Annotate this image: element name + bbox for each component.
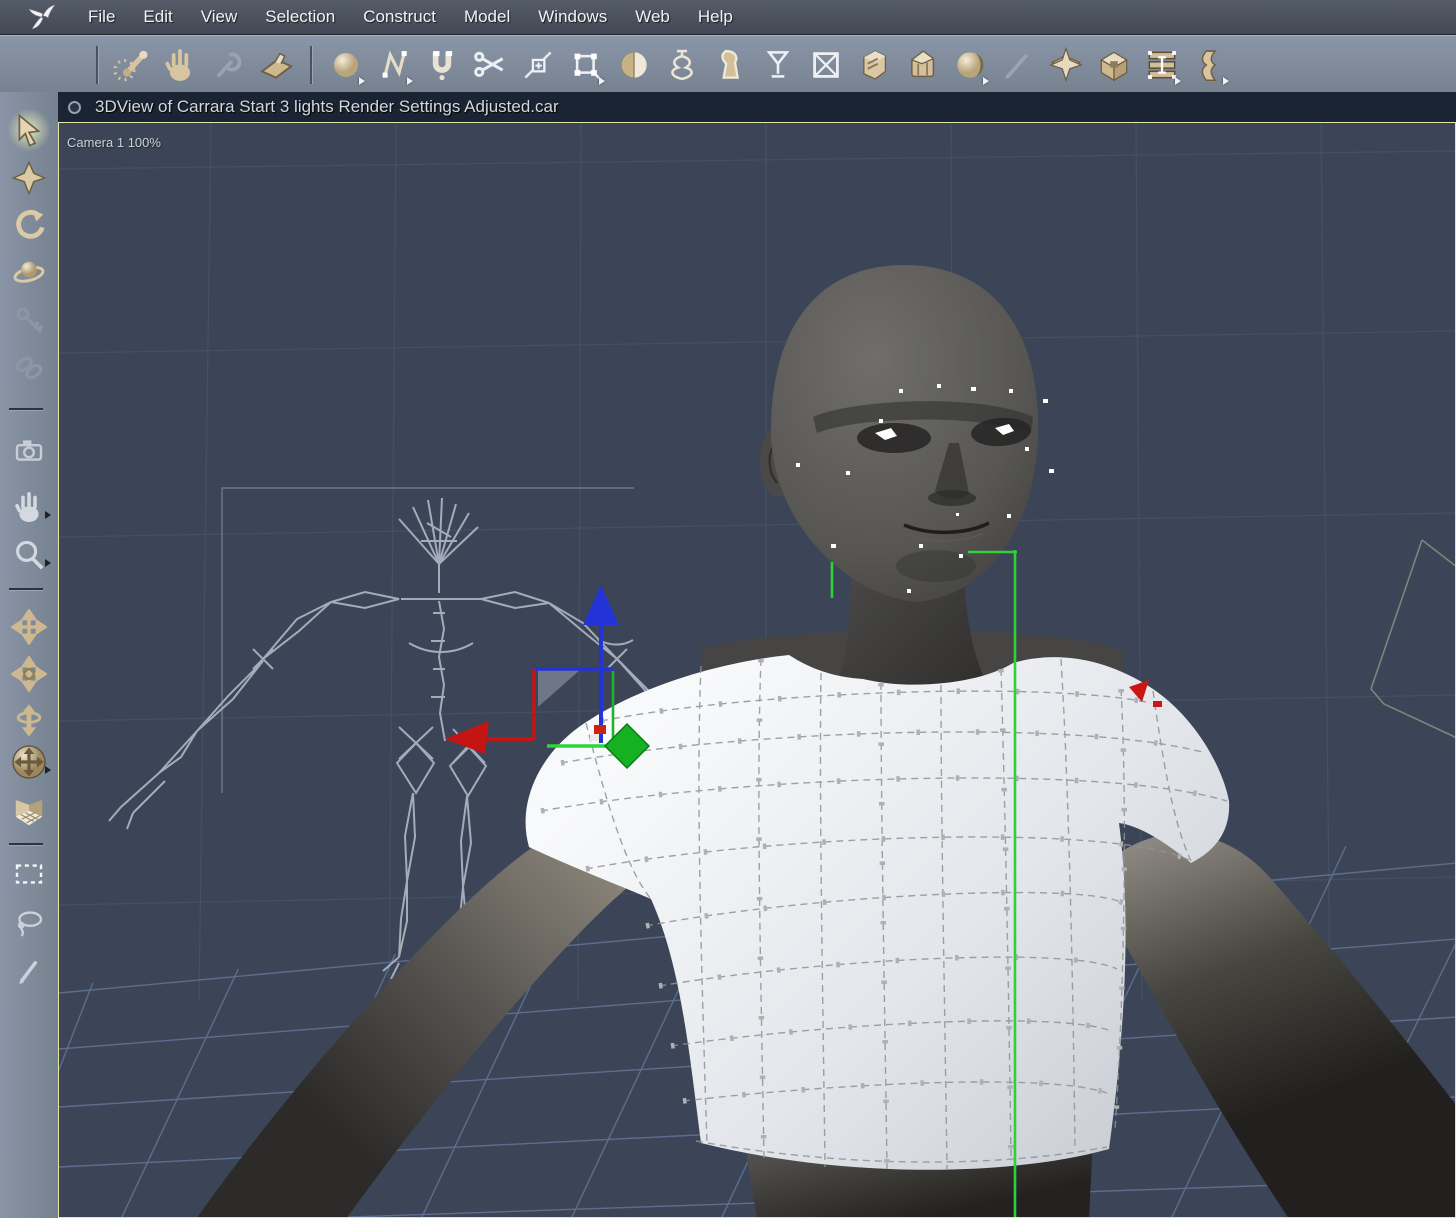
rectangular-marquee-icon[interactable]	[7, 852, 51, 896]
sphere-primitive-icon[interactable]	[326, 43, 366, 87]
palette-divider	[9, 588, 43, 590]
rotate-icon[interactable]	[7, 203, 51, 247]
wrench-icon[interactable]	[208, 43, 248, 87]
toolbar-divider	[310, 45, 312, 84]
scale-icon[interactable]	[7, 250, 51, 294]
window-toggle-icon[interactable]	[68, 100, 81, 114]
text-block-icon[interactable]	[854, 43, 894, 87]
star-plate-icon[interactable]	[1046, 43, 1086, 87]
main-toolbar	[0, 35, 1456, 95]
scene-canvas[interactable]	[59, 123, 1455, 1217]
lasso-icon[interactable]	[7, 902, 51, 946]
stamp-icon[interactable]	[256, 43, 296, 87]
toolbar-divider	[96, 45, 98, 84]
menu-model[interactable]: Model	[450, 7, 524, 27]
hand-tool-icon[interactable]	[160, 43, 200, 87]
menu-help[interactable]: Help	[684, 7, 747, 27]
palette-divider	[9, 408, 43, 410]
camera-label: Camera 1 100%	[67, 135, 161, 150]
palette-divider	[9, 843, 43, 845]
view-title: 3DView of Carrara Start 3 lights Render …	[95, 97, 559, 116]
menu-edit[interactable]: Edit	[129, 7, 186, 27]
menu-selection[interactable]: Selection	[251, 7, 349, 27]
spline-icon[interactable]	[374, 43, 414, 87]
menu-windows[interactable]: Windows	[524, 7, 621, 27]
menu-view[interactable]: View	[187, 7, 252, 27]
trackball-rotate-icon[interactable]	[7, 740, 51, 784]
universal-manipulator-icon[interactable]	[7, 156, 51, 200]
lathe-vase-icon[interactable]	[662, 43, 702, 87]
half-sphere-icon[interactable]	[614, 43, 654, 87]
menu-bar: File Edit View Selection Construct Model…	[0, 0, 1456, 35]
scene-corner-icon[interactable]	[7, 790, 51, 834]
add-point-icon[interactable]	[518, 43, 558, 87]
carrara-window: File Edit View Selection Construct Model…	[0, 0, 1456, 1218]
extrude-shape-icon[interactable]	[710, 43, 750, 87]
transform-rectangle-icon[interactable]	[566, 43, 606, 87]
menu-web[interactable]: Web	[621, 7, 684, 27]
spine-shape-icon[interactable]	[1190, 43, 1230, 87]
view-titlebar[interactable]: 3DView of Carrara Start 3 lights Render …	[58, 92, 1456, 123]
sphere-deform-icon[interactable]	[950, 43, 990, 87]
render-camera-icon[interactable]	[7, 428, 51, 472]
delete-box-icon[interactable]	[806, 43, 846, 87]
menu-file[interactable]: File	[74, 7, 129, 27]
tool-palette	[0, 92, 60, 1218]
goblet-icon[interactable]	[758, 43, 798, 87]
dolly-vertical-icon[interactable]	[7, 698, 51, 742]
satchel-icon[interactable]	[902, 43, 942, 87]
animation-key-icon[interactable]	[7, 298, 51, 342]
view-window: 3DView of Carrara Start 3 lights Render …	[58, 92, 1456, 1218]
carrara-logo-icon	[26, 2, 60, 32]
dolly-icon[interactable]	[7, 605, 51, 649]
alignment-grid-icon[interactable]	[1142, 43, 1182, 87]
bend-block-icon[interactable]	[1094, 43, 1134, 87]
viewport-3d[interactable]: Camera 1 100%	[58, 122, 1456, 1218]
pen-icon[interactable]	[998, 43, 1038, 87]
select-arrow-icon[interactable]	[7, 108, 51, 152]
zoom-magnifier-icon[interactable]	[7, 533, 51, 577]
magnet-icon[interactable]	[422, 43, 462, 87]
bone-rig-icon[interactable]	[112, 43, 152, 87]
pan-hand-icon[interactable]	[7, 485, 51, 529]
link-icon[interactable]	[7, 346, 51, 390]
dolly-pan-icon[interactable]	[7, 652, 51, 696]
work-area: 3DView of Carrara Start 3 lights Render …	[0, 92, 1456, 1218]
scissors-icon[interactable]	[470, 43, 510, 87]
menu-construct[interactable]: Construct	[349, 7, 450, 27]
paintbrush-icon[interactable]	[7, 948, 51, 992]
